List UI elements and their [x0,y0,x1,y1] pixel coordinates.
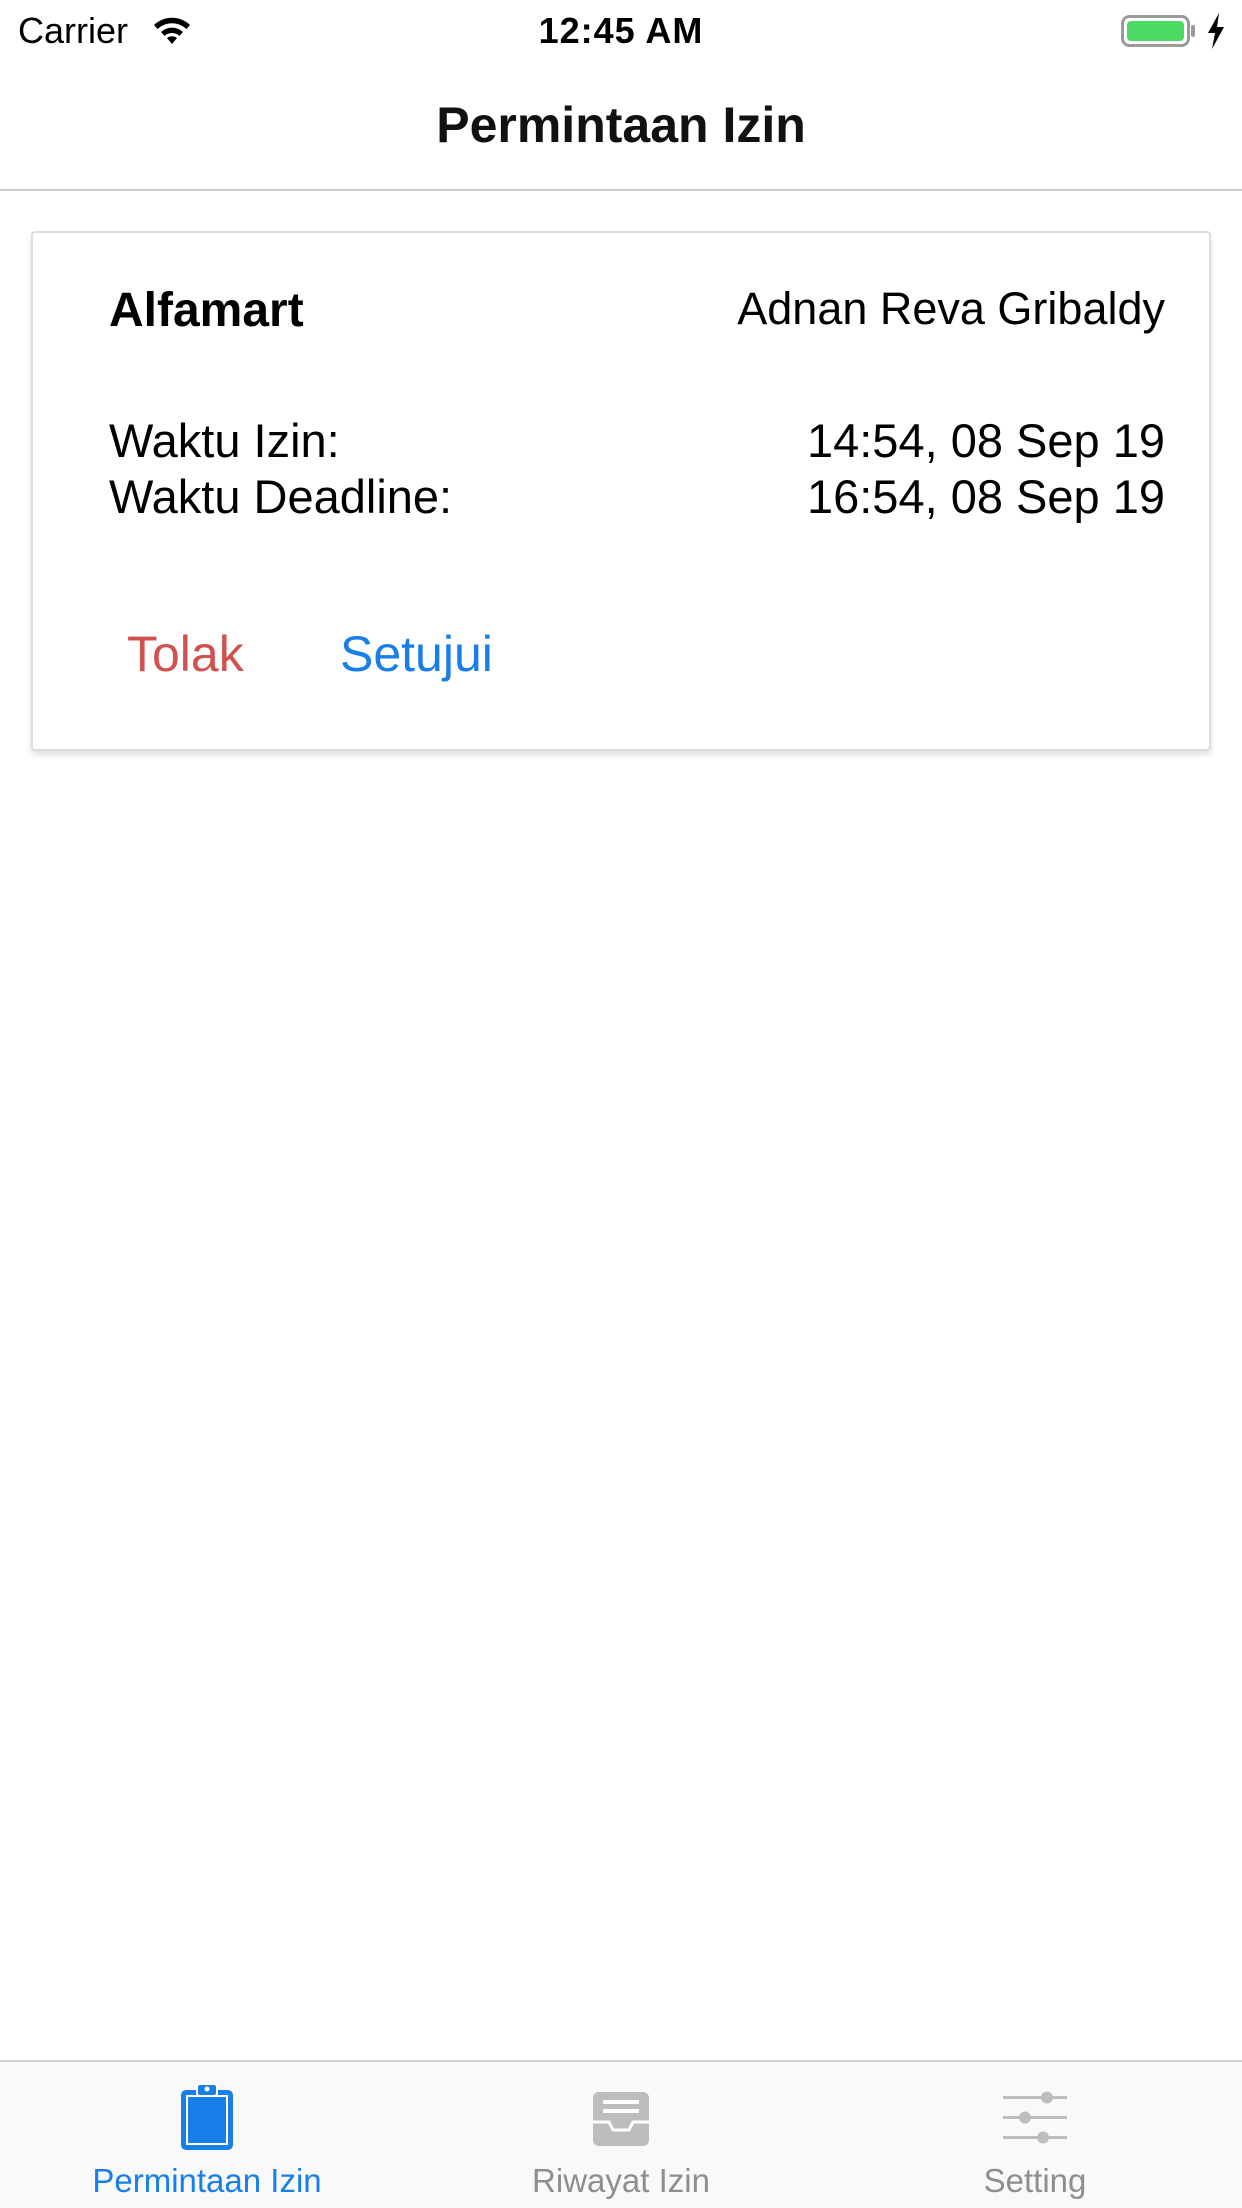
reject-button[interactable]: Tolak [127,625,244,683]
status-bar: Carrier 12:45 AM [0,0,1242,60]
tab-bar: Permintaan Izin Riwayat Izin Setting [0,2060,1242,2208]
requester-name: Adnan Reva Gribaldy [737,283,1165,334]
charging-bolt-icon [1208,13,1224,49]
tab-label: Riwayat Izin [532,2162,710,2199]
tab-setting[interactable]: Setting [828,2062,1242,2208]
approve-button[interactable]: Setujui [340,625,493,683]
permit-time-label: Waktu Izin: [109,414,340,467]
sliders-icon [1003,2091,1067,2144]
company-name: Alfamart [109,284,304,337]
deadline-label: Waktu Deadline: [109,470,453,523]
permit-request-card: Alfamart Adnan Reva Gribaldy Waktu Izin:… [31,231,1211,751]
battery-icon [1121,15,1195,47]
inbox-tray-icon [593,2092,649,2146]
clipboard-icon [181,2083,233,2150]
tab-label: Setting [983,2162,1087,2199]
tab-permintaan-izin[interactable]: Permintaan Izin [0,2062,414,2208]
deadline-value: 16:54, 08 Sep 19 [806,470,1165,523]
navigation-bar: Permintaan Izin [0,60,1242,191]
tab-riwayat-izin[interactable]: Riwayat Izin [414,2062,828,2208]
page-title: Permintaan Izin [436,97,806,153]
tab-label: Permintaan Izin [92,2162,322,2199]
permit-time-value: 14:54, 08 Sep 19 [806,414,1165,467]
status-time: 12:45 AM [538,10,704,51]
